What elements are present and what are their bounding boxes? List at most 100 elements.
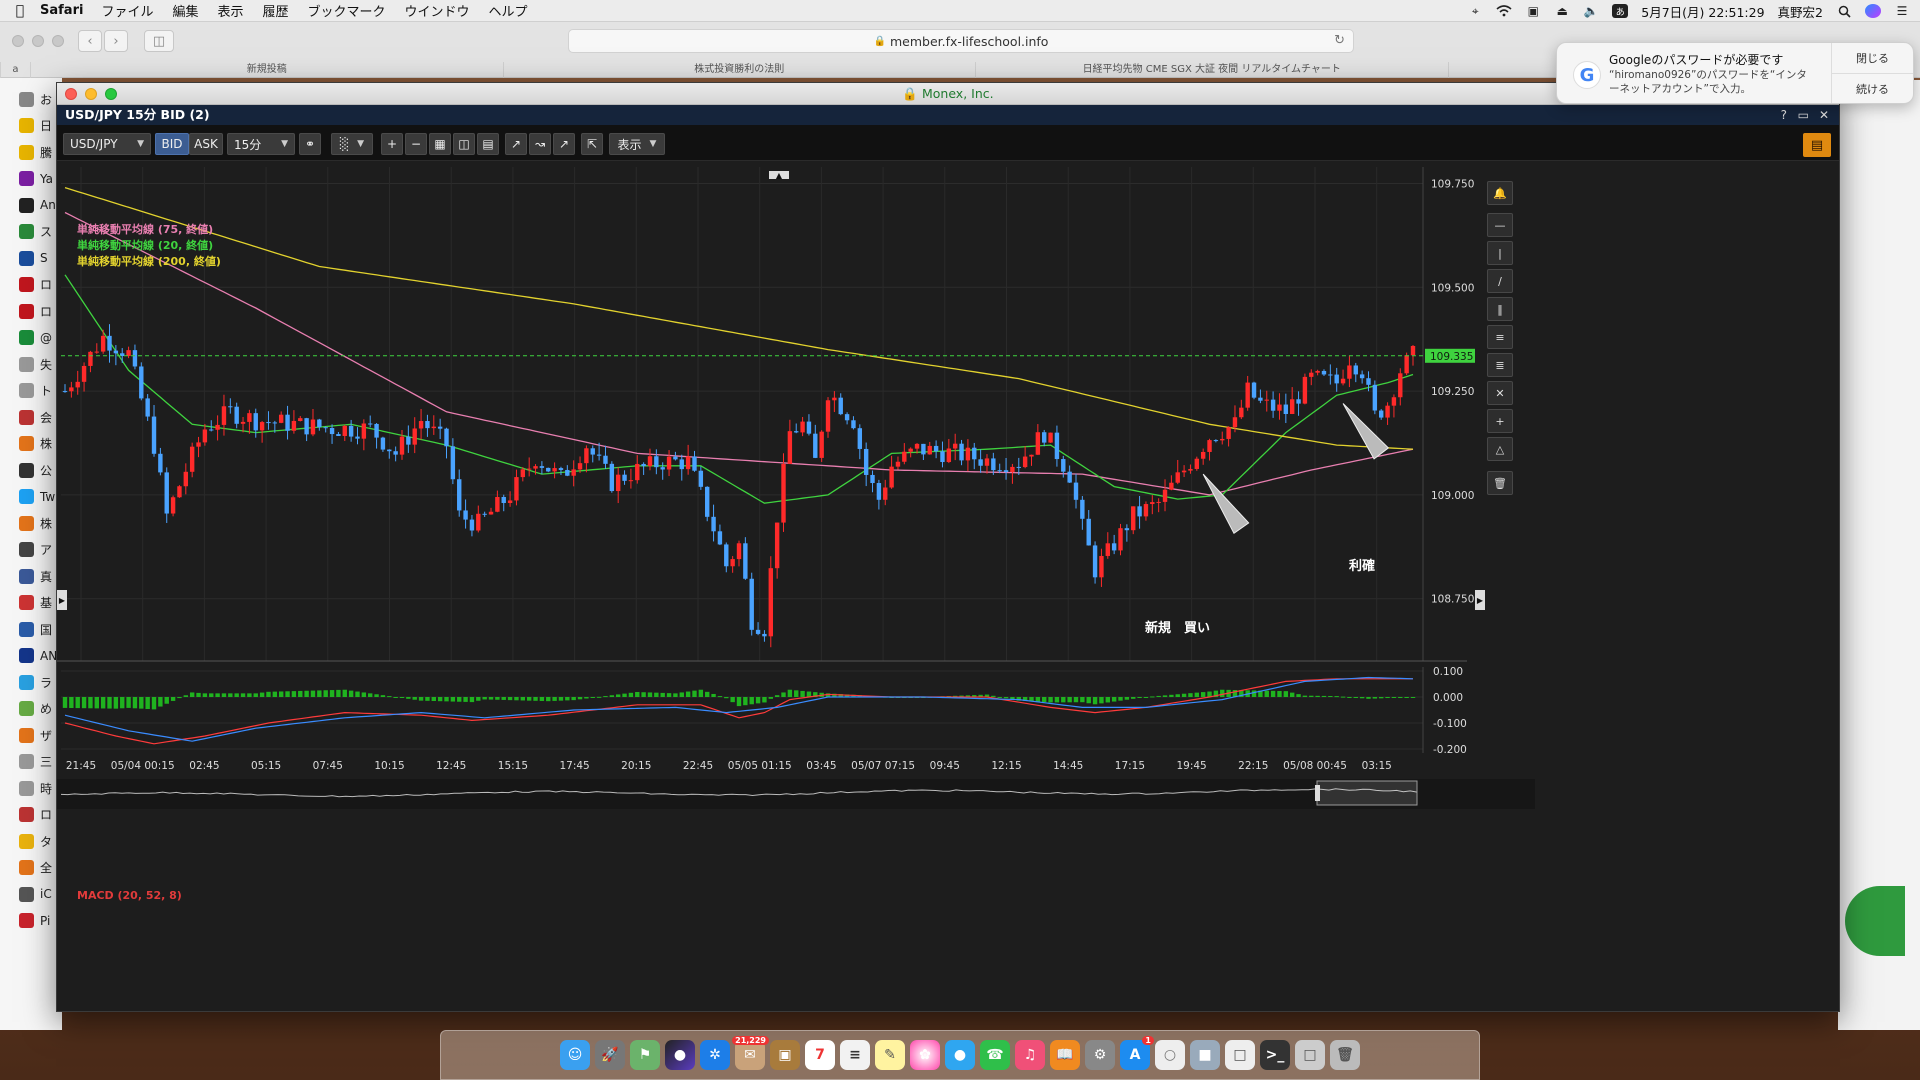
link-icon[interactable]: ⚭ — [299, 133, 321, 155]
favorite-item[interactable]: お — [0, 86, 52, 112]
menu-edit[interactable]: 編集 — [172, 1, 198, 20]
symbol-select[interactable]: USD/JPY ▼ — [63, 133, 151, 155]
maximize-icon[interactable]: ▭ — [1798, 105, 1809, 125]
alert-bell-icon[interactable]: 🔔 — [1487, 181, 1513, 205]
favorite-item[interactable]: 国 — [0, 616, 52, 642]
back-icon[interactable]: ‹ — [78, 30, 102, 52]
pitchfork-icon[interactable]: ✕ — [1487, 381, 1513, 405]
app-minimize-dot[interactable] — [85, 88, 97, 100]
airplay-icon[interactable]: ▣ — [1525, 4, 1541, 18]
indicator-icon[interactable]: ↝ — [529, 133, 551, 155]
books-icon[interactable]: 📖 — [1050, 1040, 1080, 1070]
bid-toggle[interactable]: BID — [155, 133, 189, 155]
menu-view[interactable]: 表示 — [217, 1, 243, 20]
mouse-icon[interactable]: ○ — [1155, 1040, 1185, 1070]
favorite-item[interactable]: 三 — [0, 749, 52, 775]
menu-history[interactable]: 履歴 — [262, 1, 288, 20]
close-icon[interactable]: ✕ — [1819, 105, 1829, 125]
favorite-item[interactable]: An — [0, 192, 56, 218]
tab-favicon[interactable]: a — [0, 62, 30, 78]
photos-icon[interactable]: ✿ — [910, 1040, 940, 1070]
finder-icon[interactable]: ☺ — [560, 1040, 590, 1070]
terminal-icon[interactable]: >_ — [1260, 1040, 1290, 1070]
favorite-item[interactable]: 騰 — [0, 139, 52, 165]
screenshot-icon[interactable]: □ — [1295, 1040, 1325, 1070]
favorite-item[interactable]: Tw — [0, 484, 55, 510]
channel-icon[interactable]: ‖ — [1487, 297, 1513, 321]
favorite-item[interactable]: ロ — [0, 802, 52, 828]
notes-book-icon[interactable]: ▣ — [770, 1040, 800, 1070]
mail-icon[interactable]: ✉ 21,229 — [732, 1036, 769, 1070]
wifi-icon[interactable] — [1496, 4, 1512, 18]
eject-icon[interactable]: ⏏ — [1554, 4, 1570, 18]
window-close-dot[interactable] — [12, 35, 24, 47]
url-field[interactable]: 🔒 member.fx-lifeschool.info ↻ — [568, 29, 1354, 53]
favorite-item[interactable]: AN — [0, 643, 57, 669]
favorite-item[interactable]: ス — [0, 219, 52, 245]
safari-icon[interactable]: ✲ — [700, 1040, 730, 1070]
siri-dock-icon[interactable]: ● — [665, 1040, 695, 1070]
favorite-item[interactable]: 真 — [0, 563, 52, 589]
favorite-item[interactable]: ロ — [0, 272, 52, 298]
menu-user[interactable]: 真野宏2 — [1778, 2, 1823, 21]
forward-icon[interactable]: › — [104, 30, 128, 52]
siri-icon[interactable] — [1865, 4, 1881, 18]
trendline-icon[interactable]: ∕ — [1487, 269, 1513, 293]
trend-icon[interactable]: ↗ — [553, 133, 575, 155]
split-vertical-icon[interactable]: ◫ — [453, 133, 475, 155]
reminders-icon[interactable]: ≡ — [840, 1040, 870, 1070]
tab-2[interactable]: 株式投資勝利の法則 — [502, 62, 976, 78]
menu-help[interactable]: ヘルプ — [489, 1, 528, 20]
menu-bookmarks[interactable]: ブックマーク — [308, 1, 386, 20]
close-button[interactable]: 閉じる — [1832, 43, 1913, 73]
favorite-item[interactable]: Ya — [0, 166, 53, 192]
display-menu[interactable]: 表示 ▼ — [609, 133, 665, 155]
tab-1[interactable]: 新規投稿 — [30, 62, 503, 78]
window-minimize-dot[interactable] — [32, 35, 44, 47]
levels-icon[interactable]: ≣ — [1487, 353, 1513, 377]
favorite-item[interactable]: ザ — [0, 722, 52, 748]
volume-icon[interactable]: 🔈 — [1583, 4, 1599, 18]
spotlight-icon[interactable] — [1836, 4, 1852, 18]
split-horizontal-icon[interactable]: ▤ — [477, 133, 499, 155]
app-store-icon[interactable]: A1 — [1120, 1036, 1154, 1070]
music-icon[interactable]: ♫ — [1015, 1040, 1045, 1070]
favorite-item[interactable]: iC — [0, 881, 52, 907]
ask-toggle[interactable]: ASK — [189, 133, 223, 155]
favorite-item[interactable]: @ — [0, 325, 52, 351]
favorite-item[interactable]: ト — [0, 378, 52, 404]
collapse-top-icon[interactable]: ▲ — [769, 171, 789, 180]
favorite-item[interactable]: ア — [0, 537, 52, 563]
favorite-item[interactable]: 会 — [0, 404, 52, 430]
navigator-strip[interactable] — [57, 779, 1535, 809]
favorite-item[interactable]: 基 — [0, 590, 52, 616]
messages-icon[interactable]: ● — [945, 1040, 975, 1070]
sync-icon[interactable]: ⌖ — [1467, 4, 1483, 18]
menu-file[interactable]: ファイル — [101, 1, 153, 20]
expand-left-icon[interactable]: ▶ — [57, 590, 67, 610]
menu-window[interactable]: ウインドウ — [405, 1, 470, 20]
tab-3[interactable]: 日経平均先物 CME SGX 大証 夜間 リアルタイムチャート — [975, 62, 1448, 78]
favorite-item[interactable]: S — [0, 245, 48, 271]
favorite-item[interactable]: 全 — [0, 855, 52, 881]
continue-button[interactable]: 続ける — [1832, 73, 1913, 103]
trash-icon[interactable]: 🗑 — [1487, 471, 1513, 495]
favorite-item[interactable]: 時 — [0, 775, 52, 801]
favorite-item[interactable]: ロ — [0, 298, 52, 324]
crosshair-icon[interactable]: + — [1487, 409, 1513, 433]
input-method-icon[interactable]: あ — [1612, 4, 1629, 18]
favorite-item[interactable]: 失 — [0, 351, 52, 377]
favorite-item[interactable]: 公 — [0, 457, 52, 483]
chart-type-select[interactable]: ░ ▼ — [331, 133, 373, 155]
help-icon[interactable]: ? — [1781, 105, 1787, 125]
draw-line-icon[interactable]: ↗ — [505, 133, 527, 155]
zoom-in-icon[interactable]: + — [381, 133, 403, 155]
grid-layout-icon[interactable]: ▦ — [429, 133, 451, 155]
chart-settings-icon[interactable]: ▤ — [1803, 133, 1831, 157]
favorite-item[interactable]: 株 — [0, 510, 52, 536]
favorite-item[interactable]: め — [0, 696, 52, 722]
vertical-line-icon[interactable]: | — [1487, 241, 1513, 265]
apple-menu-icon[interactable]:  — [0, 3, 40, 19]
preview-icon[interactable]: ■ — [1190, 1040, 1220, 1070]
notification-center-icon[interactable]: ☰ — [1894, 4, 1910, 18]
